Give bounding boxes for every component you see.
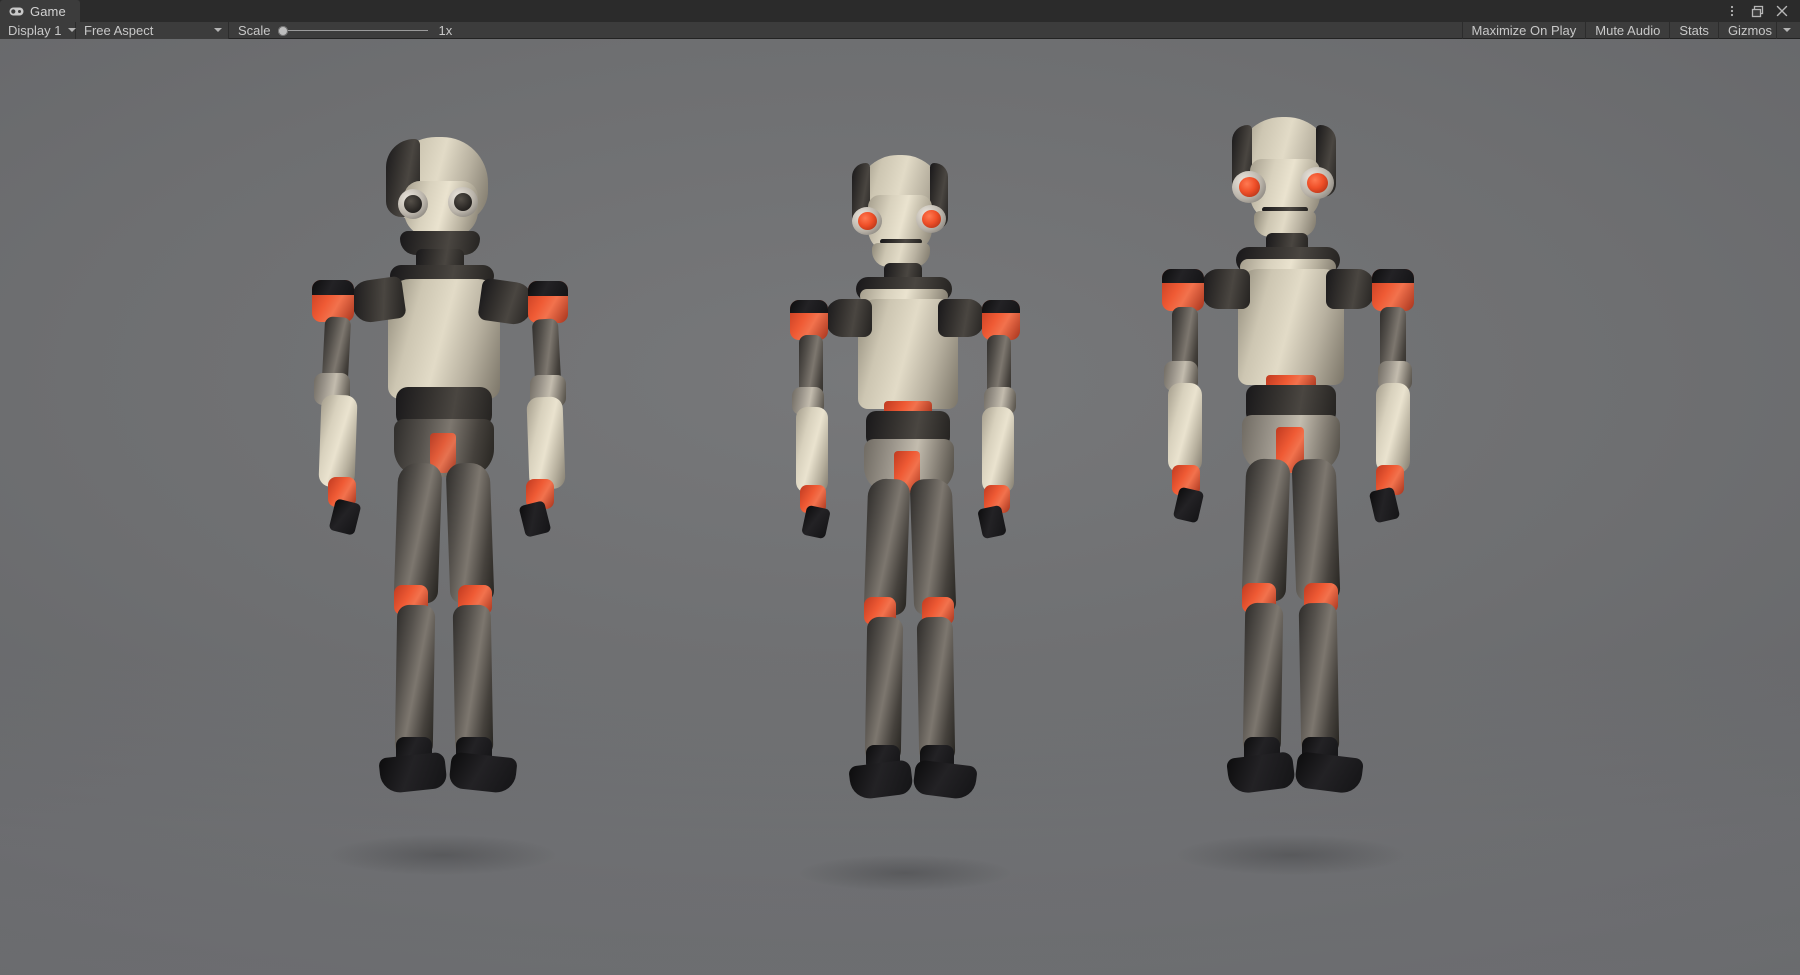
chevron-down-icon [214, 28, 222, 32]
shoulder-pad-left-top [790, 300, 828, 313]
aspect-ratio-label: Free Aspect [84, 22, 154, 38]
forearm-left [1168, 383, 1202, 473]
stats-button[interactable]: Stats [1669, 21, 1718, 39]
thigh-left [1241, 458, 1291, 602]
foot-right [448, 751, 518, 795]
shoulder-right [1326, 269, 1374, 309]
shoulder-pad-right-top [1372, 269, 1414, 283]
gizmos-button[interactable]: Gizmos [1717, 21, 1776, 39]
mute-audio-button[interactable]: Mute Audio [1585, 21, 1669, 39]
unity-game-window: Game Display 1 Free Aspect Scale 1x Maxi… [0, 0, 1800, 975]
thigh-left [863, 478, 911, 616]
robot-shadow [800, 855, 1010, 891]
kebab-menu-icon[interactable] [1725, 3, 1739, 19]
fingers-left [1172, 486, 1205, 524]
tab-game[interactable]: Game [0, 0, 80, 22]
forearm-left [318, 394, 358, 488]
foot-right [912, 759, 978, 801]
thigh-left [393, 462, 443, 604]
shoulder-pad-right-top [528, 281, 568, 296]
shin-left [1242, 602, 1284, 756]
gamepad-icon [9, 6, 24, 17]
toolbar-left-group: Display 1 Free Aspect Scale 1x [0, 21, 459, 39]
forearm-left [796, 407, 828, 493]
shoulder-left [1202, 269, 1250, 309]
foot-right [1294, 751, 1364, 795]
scale-slider-knob[interactable] [277, 25, 288, 36]
eye-left-pupil [404, 195, 422, 213]
foot-left [378, 751, 448, 795]
shoulder-left [826, 299, 872, 337]
chevron-down-icon [1783, 28, 1791, 32]
maximize-on-play-button[interactable]: Maximize On Play [1461, 21, 1586, 39]
shoulder-right [938, 299, 984, 337]
shin-right [916, 616, 956, 764]
shoulder-right [477, 277, 535, 327]
eye-right-pupil [454, 193, 472, 211]
eye-left-pupil [858, 212, 877, 230]
shin-right [1298, 602, 1340, 756]
robot-shadow [1178, 835, 1404, 875]
shoulder-pad-right-top [982, 300, 1020, 313]
eye-left-pupil [1239, 177, 1260, 197]
restore-window-icon[interactable] [1750, 3, 1764, 19]
toolbar-right-group: Maximize On Play Mute Audio Stats Gizmos [1461, 21, 1800, 39]
robot-shadow [330, 835, 555, 875]
foot-left [848, 759, 914, 801]
eye-right-pupil [1307, 173, 1328, 193]
scale-slider[interactable] [277, 22, 428, 39]
robot-right [1140, 117, 1440, 875]
thigh-right [445, 462, 495, 604]
gizmos-dropdown[interactable] [1776, 21, 1798, 39]
shoulder-pad-left-top [1162, 269, 1204, 283]
shin-right [452, 604, 494, 756]
foot-left [1226, 751, 1296, 795]
scale-label: Scale [238, 22, 271, 38]
forearm-right [526, 396, 566, 490]
display-dropdown-label: Display 1 [8, 22, 62, 38]
aspect-ratio-dropdown[interactable]: Free Aspect [76, 21, 229, 39]
shin-left [864, 616, 904, 764]
shoulder-left [349, 275, 407, 325]
game-view-toolbar: Display 1 Free Aspect Scale 1x Maximize … [0, 21, 1800, 39]
scale-control: Scale 1x [229, 22, 459, 39]
shoulder-pad-left-top [312, 280, 354, 295]
display-dropdown[interactable]: Display 1 [0, 21, 77, 39]
scale-slider-track [283, 29, 428, 31]
thigh-right [1291, 458, 1341, 602]
thigh-right [909, 478, 957, 616]
game-render-view[interactable] [0, 39, 1800, 975]
window-tab-strip: Game [0, 0, 1800, 22]
forearm-right [982, 407, 1014, 493]
close-icon[interactable] [1775, 3, 1789, 19]
robot-center [770, 155, 1050, 891]
fingers-left [801, 504, 831, 540]
robot-left [290, 137, 590, 875]
forearm-right [1376, 383, 1410, 473]
scale-value: 1x [438, 22, 453, 38]
shin-left [394, 604, 436, 756]
window-controls [1725, 0, 1800, 22]
eye-right-pupil [922, 210, 941, 228]
tab-game-label: Game [30, 3, 66, 19]
